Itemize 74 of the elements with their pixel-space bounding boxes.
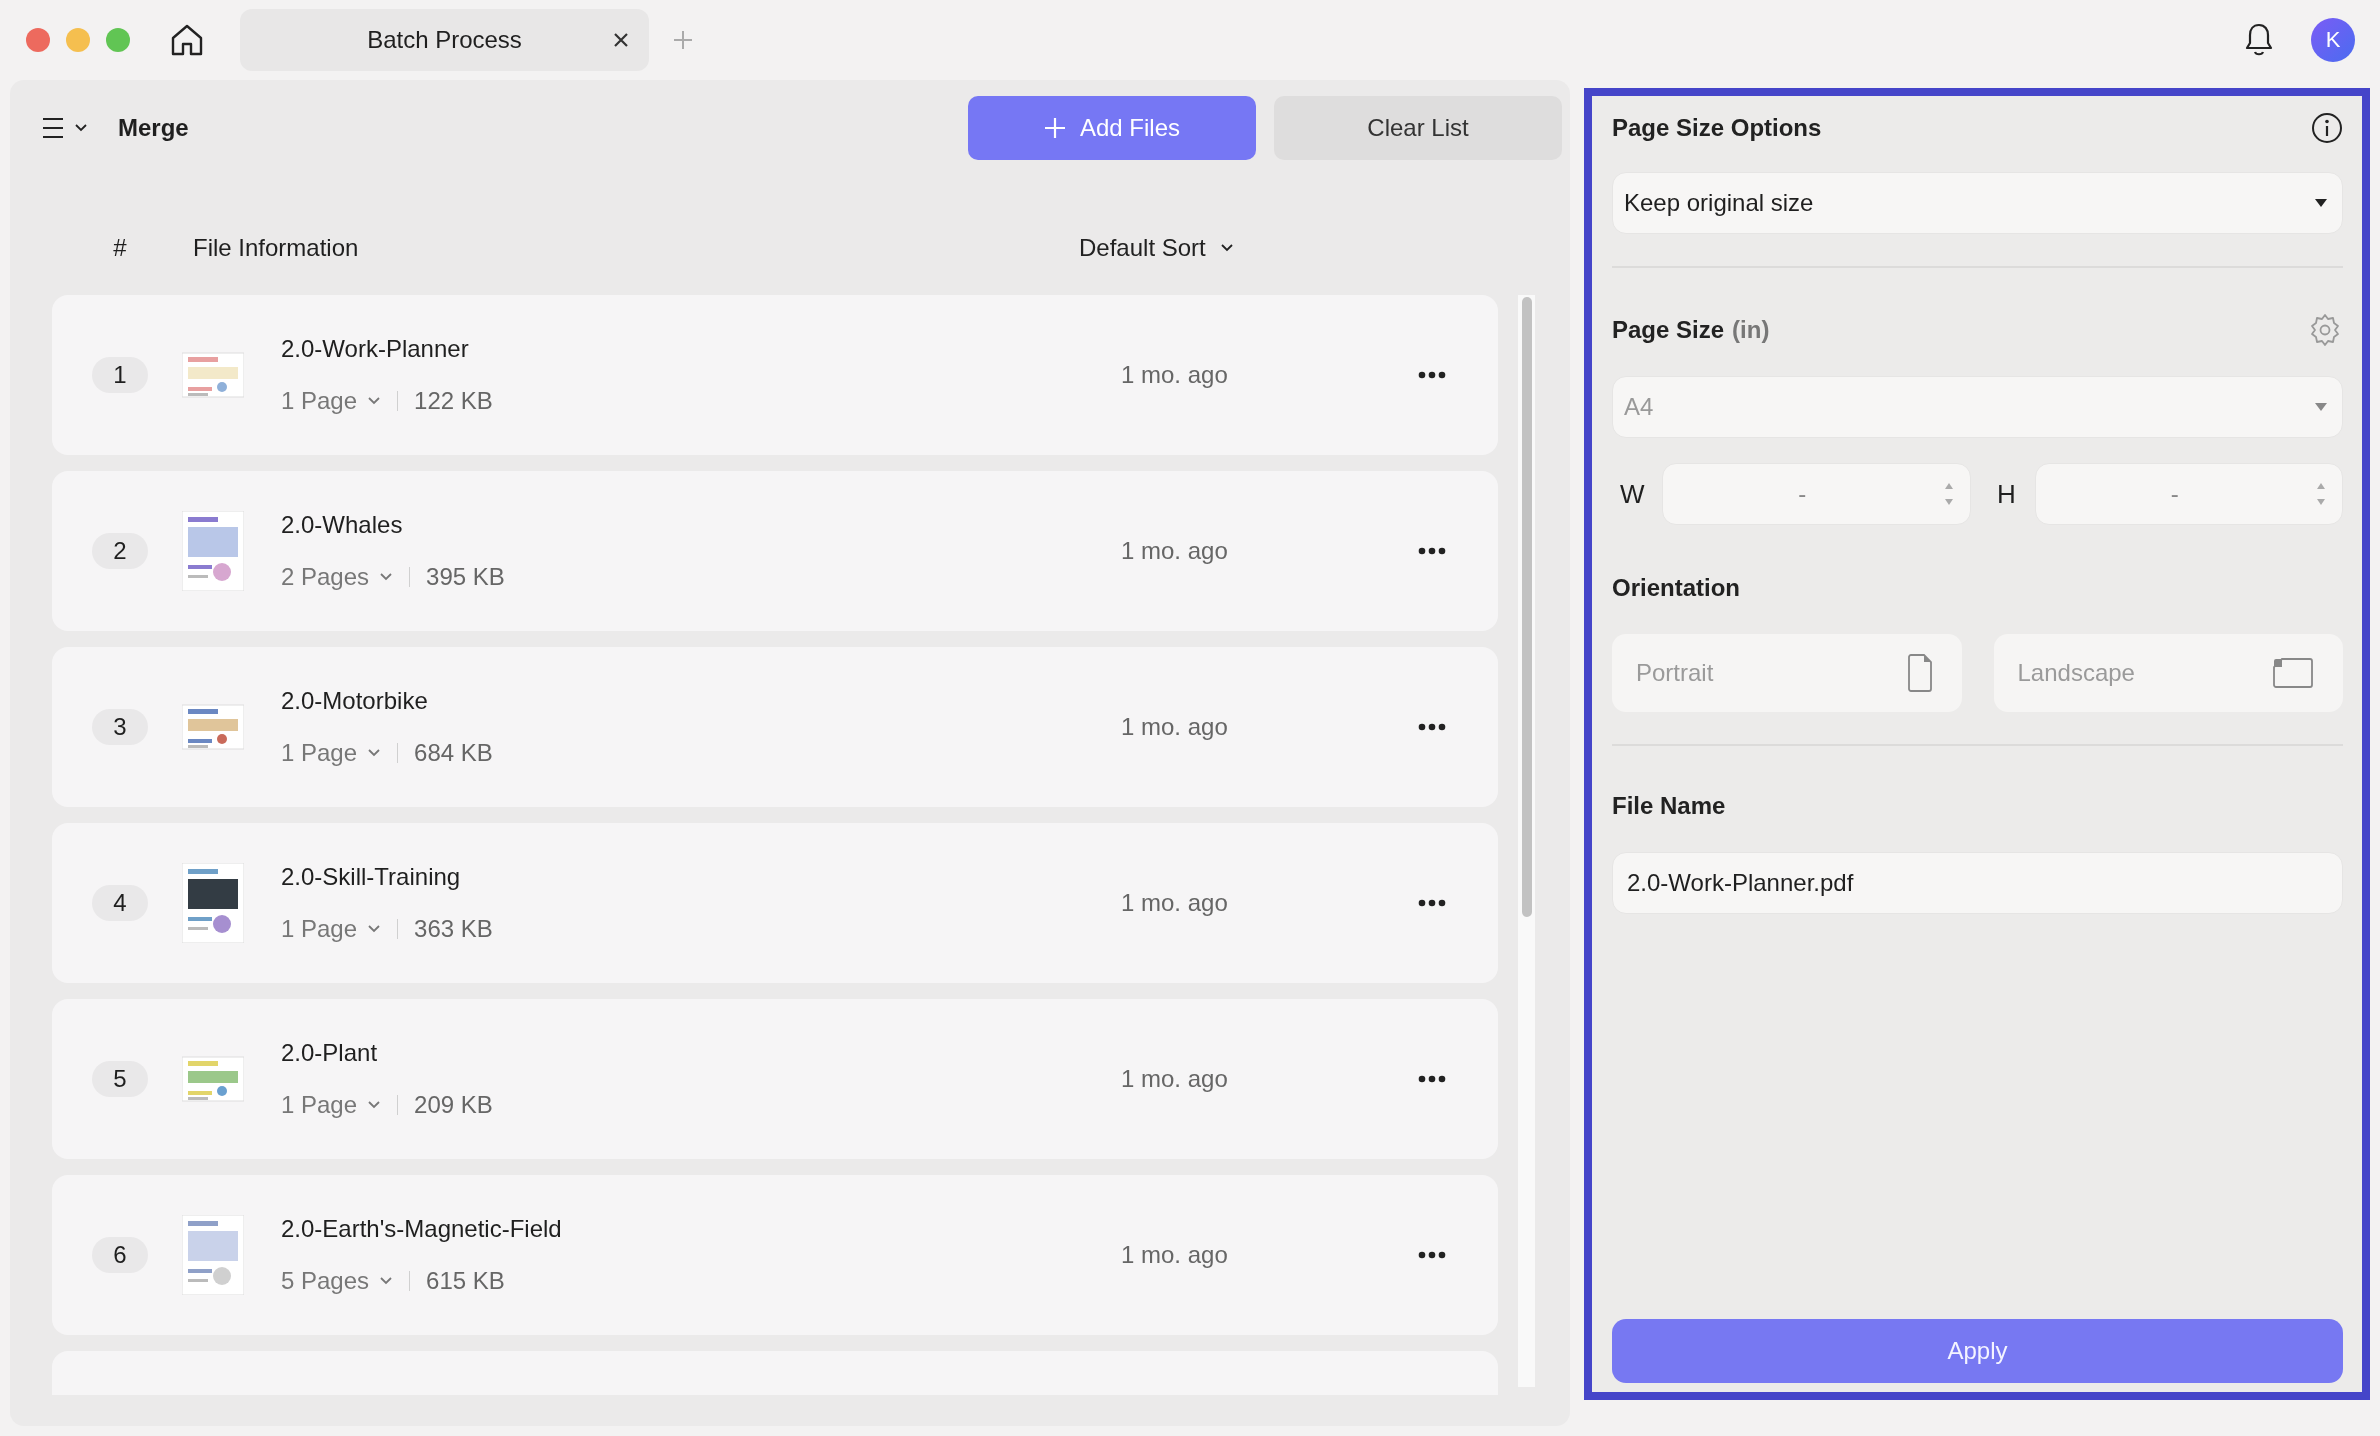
section-heading: Page Size [1612, 316, 1725, 343]
menu-icon [40, 116, 66, 140]
add-files-button[interactable]: Add Files [968, 96, 1256, 160]
column-header: # [112, 234, 128, 262]
chevron-icon [367, 924, 382, 934]
file-name: 2.0-Earth's-Magnetic-Field [281, 1215, 563, 1243]
close-window-button[interactable] [26, 28, 50, 52]
menu-button[interactable] [40, 116, 88, 140]
chevron-icon [367, 396, 382, 406]
more-icon[interactable] [1418, 899, 1446, 907]
file-size: 122 KB [414, 387, 493, 415]
tab[interactable]: Batch Process [240, 9, 649, 71]
bell-icon[interactable] [2243, 22, 2275, 58]
chevron-icon [379, 572, 394, 582]
section-heading: File Name [1612, 792, 1726, 820]
caret-icon [2314, 198, 2328, 208]
plus-icon [1043, 117, 1066, 139]
landscape-page-icon [2273, 658, 2313, 688]
chevron-icon [367, 748, 382, 758]
more-icon[interactable] [1418, 547, 1446, 555]
page-title: Merge [118, 114, 189, 142]
row-number: 5 [92, 1061, 148, 1097]
unit-label: (in) [1732, 316, 1770, 343]
page-count-dropdown[interactable]: 2 Pages [281, 563, 394, 591]
dimension-label: H [1996, 478, 2017, 510]
caret-icon [2314, 402, 2328, 412]
scrollbar[interactable] [1518, 295, 1535, 1387]
page-count-dropdown[interactable]: 5 Pages [281, 1267, 394, 1295]
more-icon[interactable] [1418, 1251, 1446, 1259]
home-icon[interactable] [170, 23, 204, 57]
more-icon[interactable] [1418, 371, 1446, 379]
file-size: 363 KB [414, 915, 493, 943]
chevron-icon [379, 1276, 394, 1286]
portrait-page-icon [1907, 654, 1932, 692]
row-number: 6 [92, 1237, 148, 1273]
chevron-icon [367, 1100, 382, 1110]
row-number: 4 [92, 885, 148, 921]
section-heading: Page Size Options [1612, 114, 1822, 142]
file-name-field[interactable]: 2.0-Work-Planner.pdf [1612, 852, 2343, 914]
modified-time: 1 mo. ago [1121, 1065, 1229, 1093]
page-count-dropdown[interactable]: 1 Page [281, 387, 382, 415]
file-size: 615 KB [426, 1267, 505, 1295]
more-icon[interactable] [1418, 723, 1446, 731]
page-count-dropdown[interactable]: 1 Page [281, 915, 382, 943]
file-name: 2.0-Plant [281, 1039, 379, 1067]
avatar[interactable]: K [2311, 18, 2355, 62]
page-count-dropdown[interactable]: 1 Page [281, 739, 382, 767]
chevron-icon [74, 123, 88, 133]
file-size: 684 KB [414, 739, 493, 767]
info-icon[interactable] [2311, 112, 2343, 144]
file-name: 2.0-Whales [281, 511, 404, 539]
file-size: 395 KB [426, 563, 505, 591]
clear-list-button[interactable]: Clear List [1274, 96, 1562, 160]
row-number: 3 [92, 709, 148, 745]
file-name: 2.0-Work-Planner [281, 335, 470, 363]
modified-time: 1 mo. ago [1121, 361, 1229, 389]
modified-time: 1 mo. ago [1121, 1241, 1229, 1269]
modified-time: 1 mo. ago [1121, 537, 1229, 565]
column-header: File Information [193, 234, 360, 262]
sort-dropdown[interactable]: Default Sort [1079, 234, 1234, 262]
file-name: 2.0-Skill-Training [281, 863, 462, 891]
section-heading: Orientation [1612, 574, 1740, 602]
file-name: 2.0-Motorbike [281, 687, 429, 715]
modified-time: 1 mo. ago [1121, 713, 1229, 741]
row-number: 1 [92, 357, 148, 393]
apply-button[interactable]: Apply [1612, 1319, 2343, 1383]
page-count-dropdown[interactable]: 1 Page [281, 1091, 382, 1119]
modified-time: 1 mo. ago [1121, 889, 1229, 917]
size-option-dropdown[interactable]: Keep original size [1612, 172, 2343, 234]
dimension-label: W [1619, 478, 1646, 510]
row-number: 2 [92, 533, 148, 569]
file-size: 209 KB [414, 1091, 493, 1119]
chevron-icon [1219, 243, 1234, 253]
more-icon[interactable] [1418, 1075, 1446, 1083]
